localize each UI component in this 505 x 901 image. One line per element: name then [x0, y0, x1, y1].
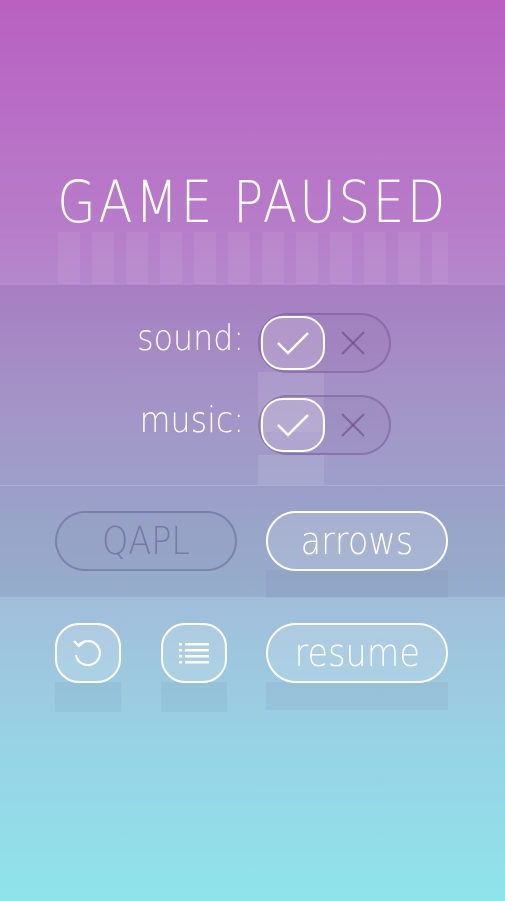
music-label: music: — [139, 400, 244, 441]
sound-label: sound: — [137, 318, 244, 359]
resume-button[interactable]: resume — [266, 623, 448, 683]
resume-label: resume — [294, 631, 420, 675]
check-icon — [277, 414, 309, 437]
arrows-button-reflection — [266, 570, 448, 598]
restart-button-reflection — [55, 682, 121, 712]
restart-icon — [73, 640, 101, 667]
music-toggle[interactable] — [258, 395, 391, 455]
music-toggle-reflection — [258, 455, 324, 485]
music-off-option[interactable] — [335, 407, 371, 443]
menu-button-reflection — [161, 682, 227, 712]
list-icon — [179, 643, 209, 664]
close-icon — [341, 331, 365, 355]
music-on-knob[interactable] — [261, 398, 325, 452]
page-title: GAME PAUSED — [57, 168, 448, 236]
close-icon — [341, 413, 365, 437]
arrows-label: arrows — [300, 519, 414, 563]
sound-on-knob[interactable] — [261, 316, 325, 370]
title-reflection — [58, 232, 448, 284]
sound-toggle[interactable] — [258, 313, 391, 373]
arrows-button[interactable]: arrows — [266, 511, 448, 571]
qapl-label: QAPL — [102, 519, 190, 563]
check-icon — [277, 332, 309, 355]
resume-button-reflection — [266, 682, 448, 710]
menu-button[interactable] — [161, 623, 227, 683]
sound-off-option[interactable] — [335, 325, 371, 361]
settings-band — [0, 285, 505, 485]
qapl-button[interactable]: QAPL — [55, 511, 237, 571]
restart-button[interactable] — [55, 623, 121, 683]
